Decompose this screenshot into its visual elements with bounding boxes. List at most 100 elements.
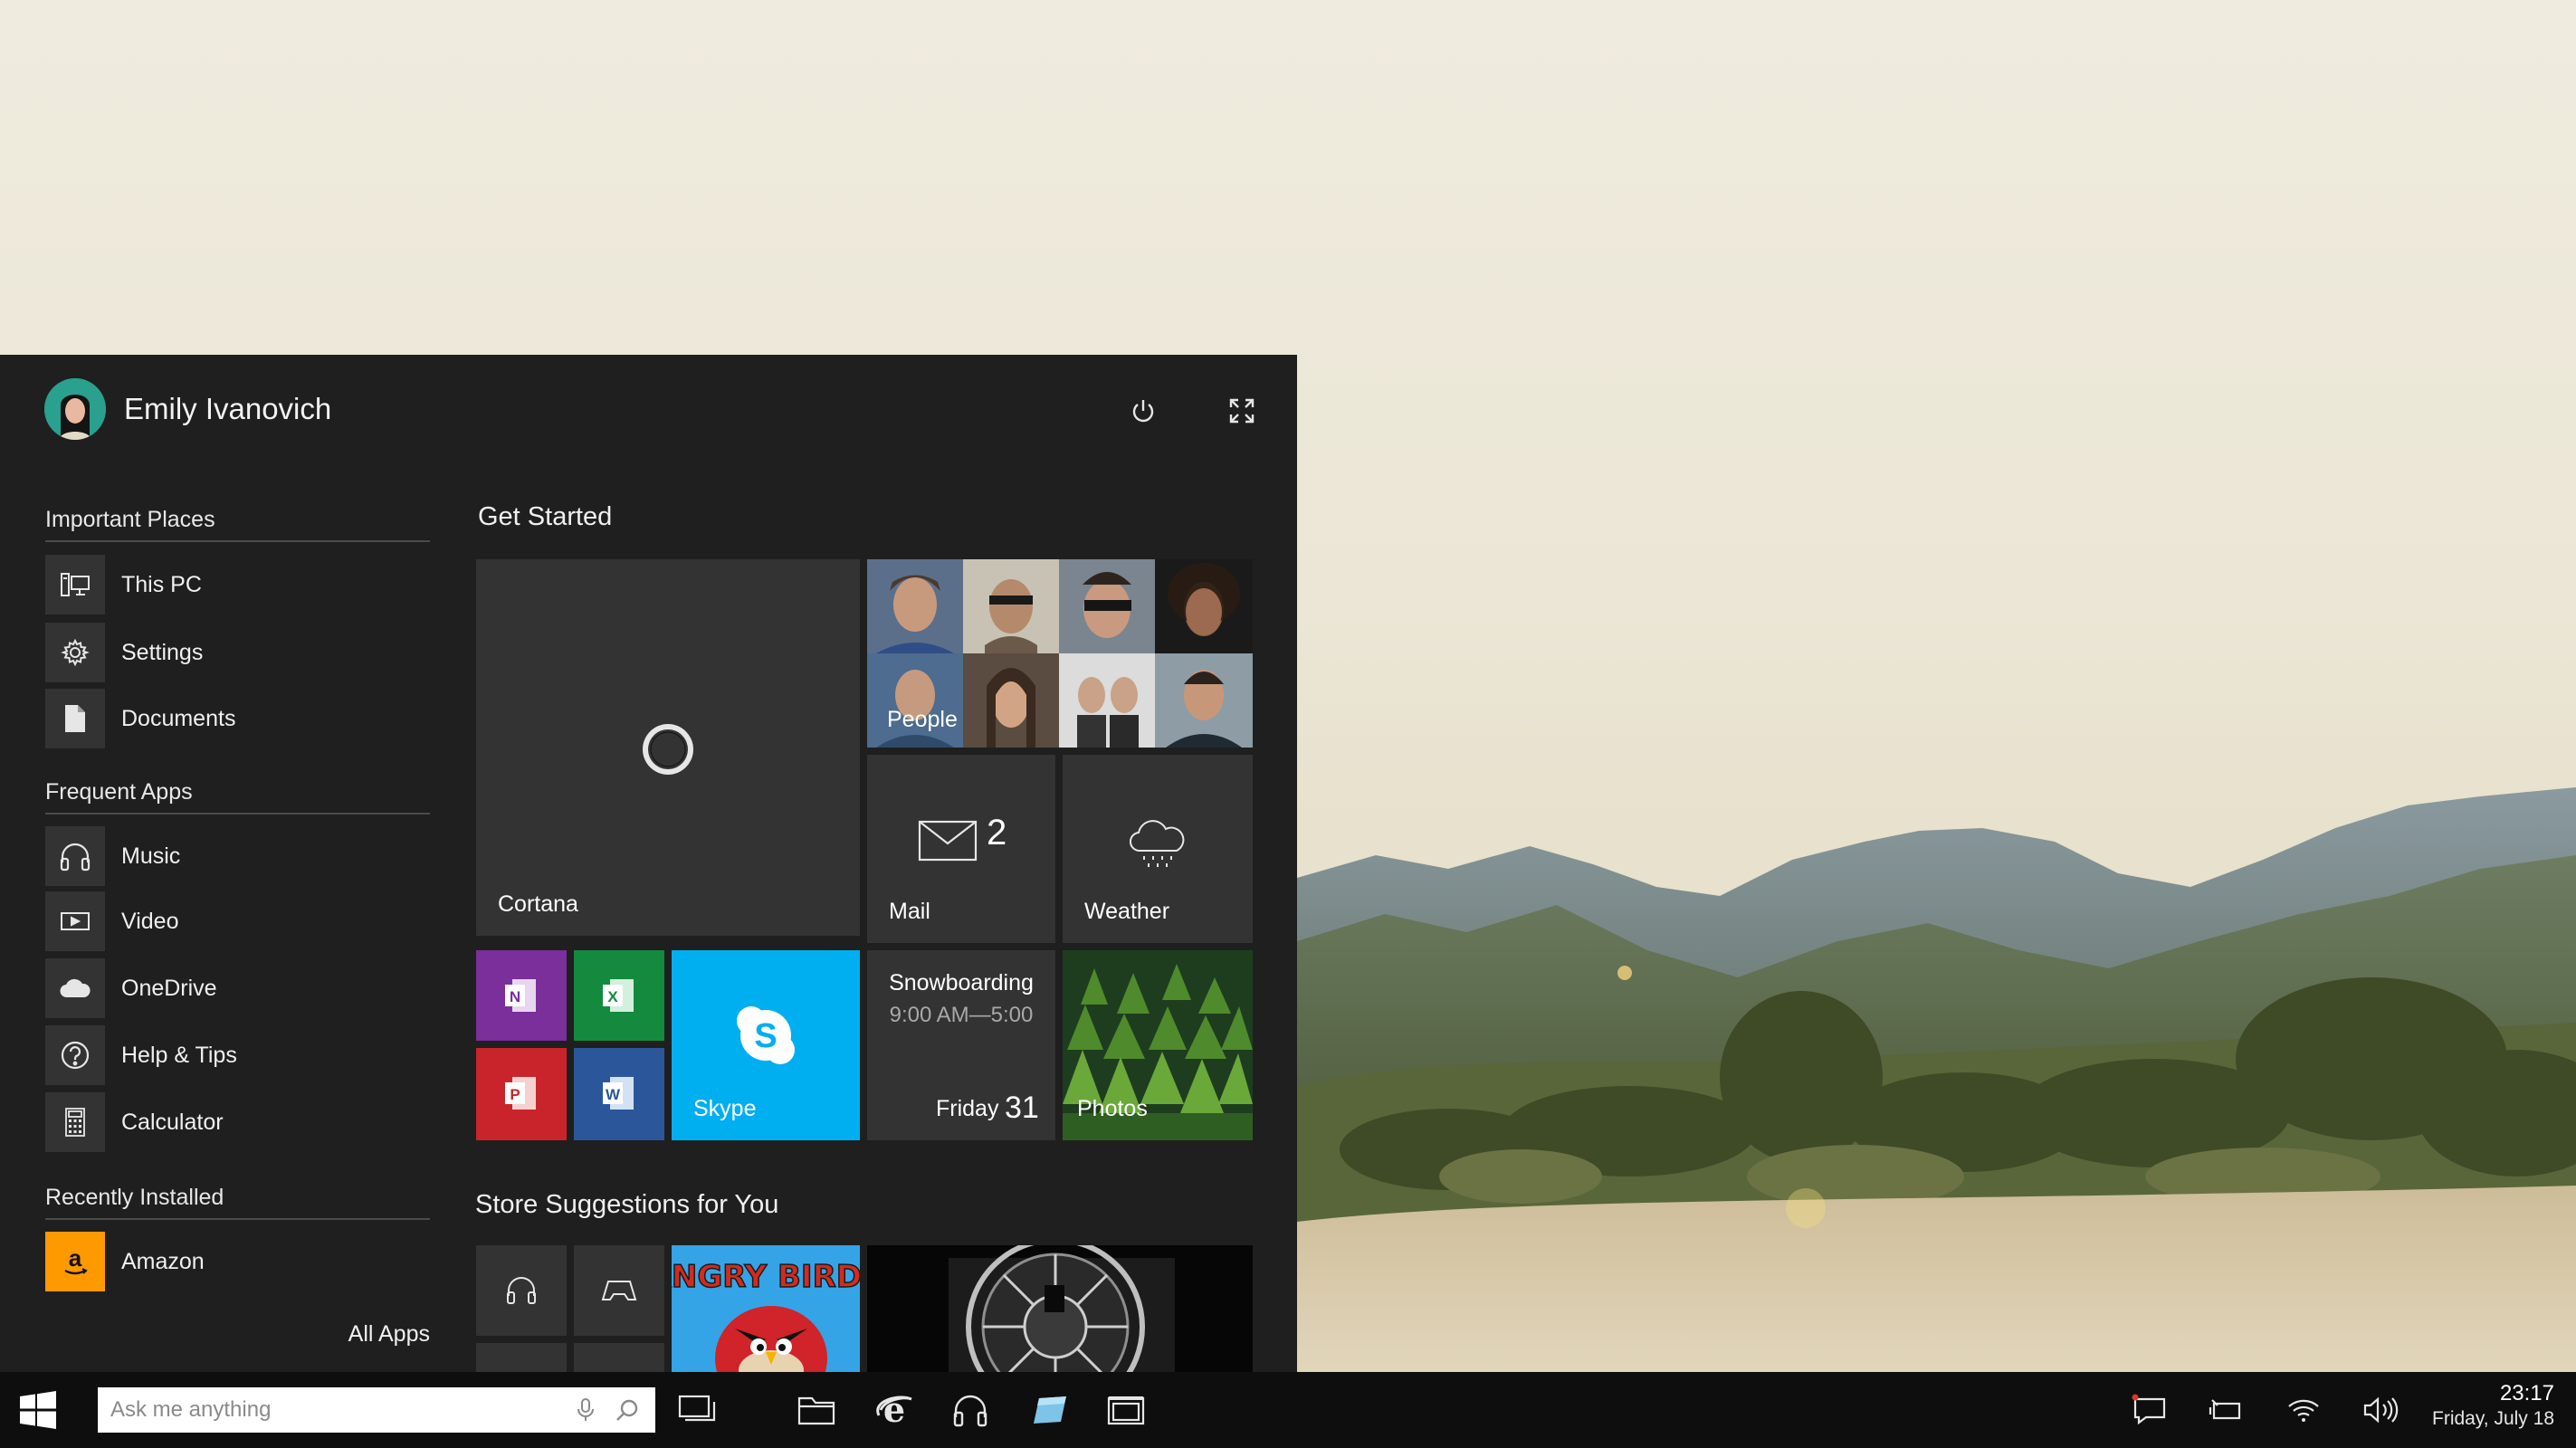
word-icon: W [603, 1077, 634, 1110]
start-menu: Emily Ivanovich Important Places This PC [0, 355, 1297, 1372]
tile-excel[interactable]: X [574, 950, 664, 1041]
divider [45, 1218, 430, 1220]
store-tile-games[interactable] [574, 1245, 664, 1336]
taskbar-window-app[interactable] [1099, 1372, 1153, 1448]
internet-explorer-icon: e [876, 1392, 912, 1428]
tile-word[interactable]: W [574, 1048, 664, 1140]
network-button[interactable] [2279, 1372, 2328, 1448]
store-tile-music[interactable] [476, 1245, 567, 1336]
section-title: Recently Installed [45, 1185, 224, 1210]
svg-text:N: N [510, 988, 520, 1005]
tile-mail[interactable]: 2 Mail [867, 755, 1055, 943]
app-help-tips[interactable]: Help & Tips [45, 1025, 430, 1085]
app-onedrive[interactable]: OneDrive [45, 958, 430, 1018]
mail-unread-count: 2 [987, 813, 1007, 853]
taskbar-file-explorer[interactable] [789, 1372, 844, 1448]
place-this-pc[interactable]: This PC [45, 555, 430, 614]
cortana-icon [643, 724, 693, 775]
angry-birds-artwork: ANGRY BIRDS [672, 1245, 860, 1372]
search-icon[interactable] [615, 1398, 639, 1422]
all-apps-link[interactable]: All Apps [348, 1321, 430, 1348]
group-title-store-suggestions: Store Suggestions for You [475, 1190, 779, 1219]
tile-powerpoint[interactable]: P [476, 1048, 567, 1140]
calendar-event-title: Snowboarding [889, 970, 1034, 996]
power-button[interactable] [1125, 393, 1161, 429]
app-label: Music [121, 843, 181, 869]
tile-photos[interactable]: Photos [1063, 950, 1253, 1140]
tile-people[interactable]: People [867, 559, 1253, 748]
store-tile-more-1[interactable] [476, 1343, 567, 1372]
excel-icon: X [603, 979, 634, 1012]
amazon-icon: a [64, 1244, 88, 1275]
onedrive-icon-box [45, 958, 105, 1018]
svg-text:X: X [607, 988, 618, 1005]
volume-button[interactable] [2357, 1372, 2406, 1448]
app-music[interactable]: Music [45, 826, 430, 886]
expand-button[interactable] [1224, 393, 1260, 429]
place-documents[interactable]: Documents [45, 689, 430, 748]
store-icon [1034, 1396, 1066, 1424]
skype-icon: S [737, 1006, 795, 1064]
gamepad-icon [601, 1281, 637, 1300]
mail-icon [918, 820, 978, 862]
this-pc-icon-box [45, 555, 105, 614]
place-settings[interactable]: Settings [45, 623, 430, 682]
battery-button[interactable] [2201, 1372, 2250, 1448]
section-title: Important Places [45, 507, 215, 532]
taskbar-store[interactable] [1023, 1372, 1077, 1448]
tile-label: Mail [889, 899, 930, 924]
search-input[interactable] [110, 1397, 563, 1423]
app-amazon[interactable]: a Amazon [45, 1232, 430, 1291]
help-icon-box [45, 1025, 105, 1085]
taskbar-internet-explorer[interactable]: e [867, 1372, 921, 1448]
tile-calendar[interactable]: Snowboarding 9:00 AM—5:00 Friday 31 [867, 950, 1055, 1140]
app-video[interactable]: Video [45, 891, 430, 951]
store-tile-clock-photo[interactable] [867, 1245, 1253, 1372]
onenote-icon: N [505, 979, 536, 1012]
place-label: Settings [121, 639, 204, 665]
video-icon-box [45, 891, 105, 951]
windows-logo-icon [20, 1391, 56, 1429]
svg-text:a: a [69, 1244, 82, 1272]
volume-icon [2363, 1396, 2399, 1424]
taskbar-music[interactable] [943, 1372, 997, 1448]
app-label: Calculator [121, 1109, 224, 1135]
notification-message-icon [2132, 1394, 2166, 1425]
task-view-button[interactable] [670, 1372, 724, 1448]
tile-label: Photos [1077, 1096, 1148, 1121]
tile-cortana[interactable]: Cortana [476, 559, 860, 936]
start-button[interactable] [0, 1372, 76, 1448]
tile-skype[interactable]: S Skype [672, 950, 860, 1140]
battery-icon [2209, 1399, 2241, 1420]
user-account[interactable]: Emily Ivanovich [44, 377, 331, 441]
tile-label: Weather [1084, 899, 1170, 924]
section-frequent-apps: Frequent Apps [45, 779, 430, 814]
microphone-icon[interactable] [576, 1397, 596, 1423]
power-icon [1132, 400, 1154, 423]
app-label: Amazon [121, 1248, 205, 1274]
clock-artwork [867, 1245, 1253, 1372]
calculator-icon-box [45, 1092, 105, 1152]
taskbar-clock[interactable]: 23:17 Friday, July 18 [2432, 1381, 2554, 1430]
divider [45, 540, 430, 542]
folder-icon [797, 1396, 835, 1425]
tile-onenote[interactable]: N [476, 950, 567, 1041]
tile-label: Cortana [498, 891, 578, 917]
search-box[interactable] [98, 1387, 655, 1433]
angry-birds-title: ANGRY BIRDS [672, 1259, 860, 1295]
expand-icon [1229, 398, 1255, 424]
store-tile-angry-birds[interactable]: ANGRY BIRDS [672, 1245, 860, 1372]
store-tile-more-2[interactable] [574, 1343, 664, 1372]
section-title: Frequent Apps [45, 779, 193, 805]
tile-weather[interactable]: Weather [1063, 755, 1253, 943]
section-important-places: Important Places [45, 507, 430, 542]
calendar-date: 31 [1005, 1091, 1039, 1125]
action-center-button[interactable] [2125, 1372, 2174, 1448]
powerpoint-icon: P [505, 1077, 536, 1110]
tile-label: Skype [693, 1096, 757, 1121]
divider [45, 813, 430, 814]
documents-icon-box [45, 689, 105, 748]
cloud-icon [60, 978, 91, 998]
app-calculator[interactable]: Calculator [45, 1092, 430, 1152]
settings-icon-box [45, 623, 105, 682]
